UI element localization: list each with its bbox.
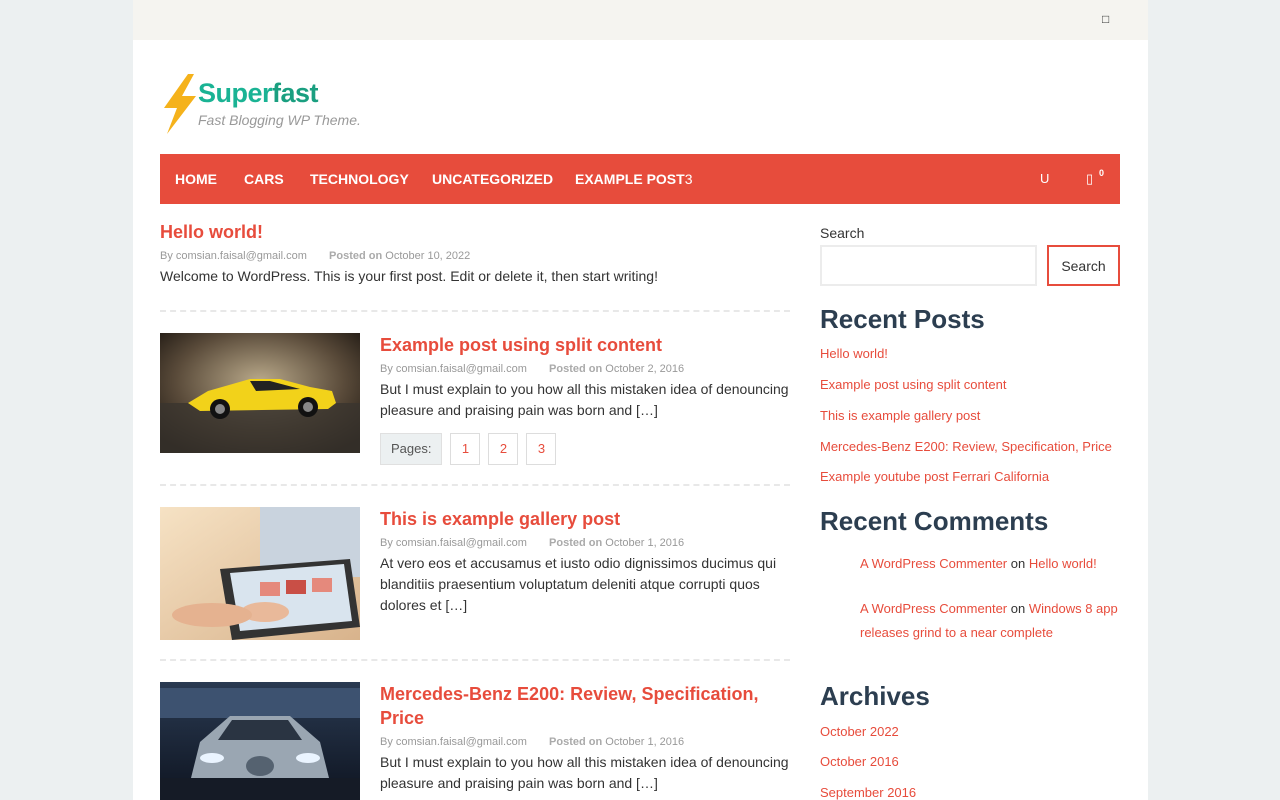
search-label: Search <box>820 225 865 241</box>
post-title[interactable]: Hello world! <box>160 220 790 244</box>
recent-post-link[interactable]: Mercedes-Benz E200: Review, Specificatio… <box>820 439 1112 454</box>
post-item: Mercedes-Benz E200: Review, Specificatio… <box>380 682 790 794</box>
post-date[interactable]: October 10, 2022 <box>385 250 470 262</box>
post-meta: By comsian.faisal@gmail.com Posted on Oc… <box>380 363 685 375</box>
post-thumbnail[interactable] <box>160 333 360 453</box>
page-container: □ Superfast Fast Blogging WP Theme. HOME… <box>133 0 1148 800</box>
site-tagline: Fast Blogging WP Theme. <box>198 112 361 128</box>
post-excerpt: Welcome to WordPress. This is your first… <box>160 268 658 284</box>
tablet-image <box>160 507 360 640</box>
post-title[interactable]: This is example gallery post <box>380 507 790 531</box>
page-link-3[interactable]: 3 <box>526 433 557 465</box>
post-date[interactable]: October 1, 2016 <box>605 537 684 549</box>
user-icon[interactable]: U <box>1040 154 1049 204</box>
post-meta: By comsian.faisal@gmail.com Posted on Oc… <box>380 537 685 549</box>
recent-post-link[interactable]: This is example gallery post <box>820 408 980 423</box>
post-divider <box>160 659 790 661</box>
sidebar: Search Search Recent Posts Hello world! … <box>820 220 1120 800</box>
top-bar: □ <box>133 0 1148 40</box>
nav-example-post[interactable]: EXAMPLE POST3 <box>575 154 692 204</box>
post-author[interactable]: comsian.faisal@gmail.com <box>396 736 527 748</box>
post-author[interactable]: comsian.faisal@gmail.com <box>396 363 527 375</box>
post-author[interactable]: comsian.faisal@gmail.com <box>396 537 527 549</box>
post-divider <box>160 310 790 312</box>
post-meta: By comsian.faisal@gmail.com Posted on Oc… <box>160 250 471 262</box>
comment-author-link[interactable]: A WordPress Commenter <box>860 556 1007 571</box>
comment-post-link[interactable]: Hello world! <box>1029 556 1097 571</box>
recent-comments-title: Recent Comments <box>820 506 1049 536</box>
archive-link[interactable]: September 2016 <box>820 785 916 800</box>
post-excerpt: But I must explain to you how all this m… <box>380 754 789 791</box>
recent-post-link[interactable]: Example post using split content <box>820 377 1006 392</box>
cart-icon[interactable]: ▯ <box>1086 154 1093 204</box>
post-excerpt: At vero eos et accusamus et iusto odio d… <box>380 555 777 613</box>
recent-post-link[interactable]: Example youtube post Ferrari California <box>820 469 1049 484</box>
archive-link[interactable]: October 2016 <box>820 754 899 769</box>
search-icon[interactable]: □ <box>1102 12 1112 26</box>
recent-comment-item: A WordPress Commenter on Hello world! <box>860 556 1097 571</box>
post-item: Hello world! By comsian.faisal@gmail.com… <box>160 220 790 287</box>
post-divider <box>160 484 790 486</box>
main-navigation: HOME CARS TECHNOLOGY UNCATEGORIZED EXAMP… <box>160 154 1120 204</box>
comment-author-link[interactable]: A WordPress Commenter <box>860 601 1007 616</box>
post-item: This is example gallery post By comsian.… <box>380 507 790 616</box>
page-link-1[interactable]: 1 <box>450 433 481 465</box>
dropdown-marker: 3 <box>684 171 693 187</box>
recent-post-link[interactable]: Hello world! <box>820 346 888 361</box>
search-button[interactable]: Search <box>1047 245 1120 286</box>
post-thumbnail[interactable] <box>160 507 360 640</box>
nav-technology[interactable]: TECHNOLOGY <box>310 154 409 204</box>
post-title[interactable]: Mercedes-Benz E200: Review, Specificatio… <box>380 682 790 730</box>
recent-comment-item: A WordPress Commenter on Windows 8 app r… <box>860 601 1118 640</box>
car-image <box>160 333 360 453</box>
search-input[interactable] <box>820 245 1037 286</box>
site-logo[interactable]: Superfast Fast Blogging WP Theme. <box>160 74 380 136</box>
recent-posts-title: Recent Posts <box>820 304 985 334</box>
post-item: Example post using split content By coms… <box>380 333 790 465</box>
page-link-2[interactable]: 2 <box>488 433 519 465</box>
post-author[interactable]: comsian.faisal@gmail.com <box>176 250 307 262</box>
post-title[interactable]: Example post using split content <box>380 333 790 357</box>
post-thumbnail[interactable] <box>160 682 360 800</box>
pages-label: Pages: <box>380 433 443 465</box>
archives-title: Archives <box>820 681 930 711</box>
post-excerpt: But I must explain to you how all this m… <box>380 381 789 418</box>
nav-home[interactable]: HOME <box>175 154 217 204</box>
archive-link[interactable]: October 2022 <box>820 724 899 739</box>
nav-uncategorized[interactable]: UNCATEGORIZED <box>432 154 553 204</box>
nav-cars[interactable]: CARS <box>244 154 284 204</box>
post-meta: By comsian.faisal@gmail.com Posted on Oc… <box>380 736 685 748</box>
lightning-bolt-icon <box>164 74 196 134</box>
pagination: Pages: 1 2 3 <box>380 433 790 465</box>
search-form: Search <box>820 245 1120 286</box>
post-date[interactable]: October 2, 2016 <box>605 363 684 375</box>
site-name: Superfast <box>198 78 319 108</box>
mercedes-image <box>160 682 360 800</box>
post-date[interactable]: October 1, 2016 <box>605 736 684 748</box>
cart-count-badge: 0 <box>1099 168 1105 178</box>
